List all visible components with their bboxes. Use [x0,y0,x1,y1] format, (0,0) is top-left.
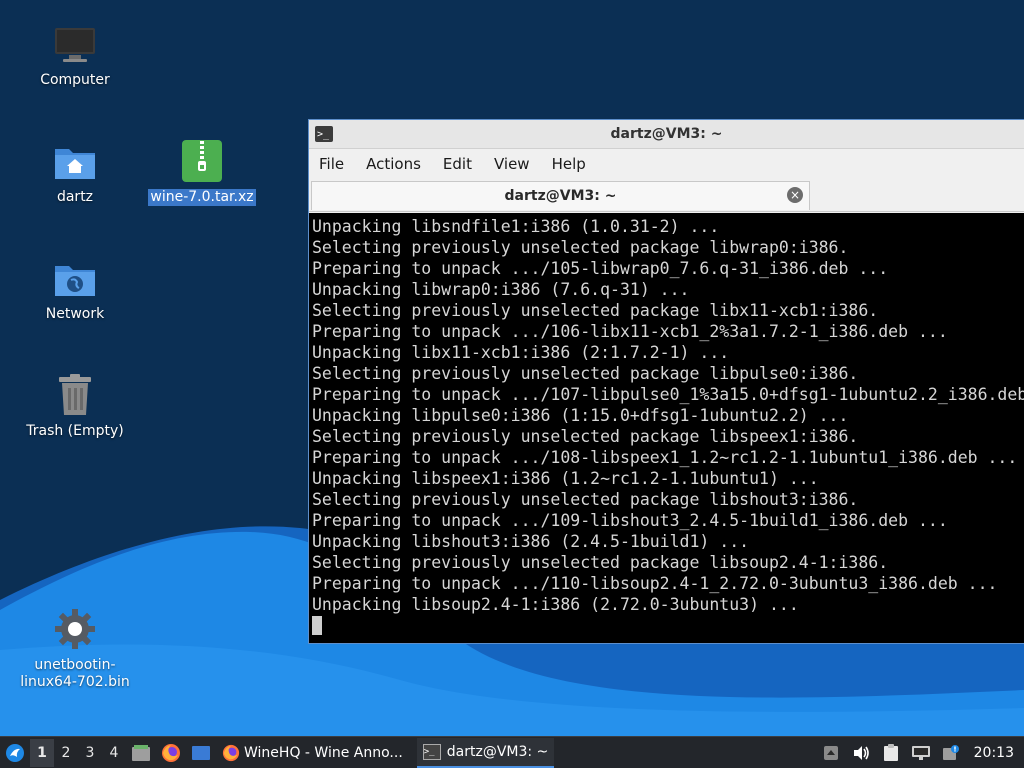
computer-icon [51,20,99,68]
window-titlebar[interactable]: >_ dartz@VM3: ~ [309,120,1024,149]
firefox-icon [222,744,240,761]
show-desktop-icon [192,745,210,760]
desktop-icon-label: Network [45,306,105,322]
task-label: WineHQ - Wine Anno... [244,744,403,761]
file-manager-icon [132,744,150,761]
file-manager-launcher[interactable] [126,738,156,768]
tray-volume[interactable] [846,738,876,768]
terminal-tab[interactable]: dartz@VM3: ~ × [311,181,810,210]
terminal-line: Unpacking libwrap0:i386 (7.6.q-31) ... [312,280,690,299]
tray-updates[interactable] [936,738,966,768]
terminal-output[interactable]: Unpacking libsndfile1:i386 (1.0.31-2) ..… [309,213,1024,643]
desktop-icon-trash[interactable]: Trash (Empty) [5,371,145,440]
task-label: dartz@VM3: ~ [446,743,549,760]
terminal-icon: >_ [422,743,441,760]
terminal-line: Unpacking libsoup2.4-1:i386 (2.72.0-3ubu… [312,595,799,614]
terminal-line: Preparing to unpack .../106-libx11-xcb1_… [312,322,948,341]
terminal-line: Unpacking libshout3:i386 (2.4.5-1build1)… [312,532,750,551]
terminal-line: Preparing to unpack .../105-libwrap0_7.6… [312,259,889,278]
task-winehq[interactable]: WineHQ - Wine Anno... [216,738,409,768]
menu-edit[interactable]: Edit [433,155,484,173]
trash-icon [51,371,99,419]
menu-actions[interactable]: Actions [356,155,433,173]
desktop-icon-label: wine-7.0.tar.xz [148,189,256,206]
menu-view[interactable]: View [484,155,542,173]
desktop-icon-label: Computer [40,72,110,88]
terminal-window[interactable]: >_ dartz@VM3: ~ File Actions Edit View H… [308,119,1024,644]
desktop-icon-unetbootin[interactable]: unetbootin- linux64-702.bin [5,605,145,691]
desktop-icon-label: dartz [56,189,94,205]
home-folder-icon [51,137,99,185]
desktop-icon-label-line2: linux64-702.bin [20,674,130,690]
show-desktop-button[interactable] [186,738,216,768]
workspace-2[interactable]: 2 [54,739,78,767]
volume-icon [853,745,869,760]
executable-gear-icon [51,605,99,653]
tab-bar: dartz@VM3: ~ × [309,179,1024,212]
start-menu-button[interactable] [0,737,30,768]
task-terminal[interactable]: >_ dartz@VM3: ~ [416,737,555,768]
terminal-line: Unpacking libsndfile1:i386 (1.0.31-2) ..… [312,217,720,236]
network-folder-icon [51,254,99,302]
terminal-line: Selecting previously unselected package … [312,238,849,257]
desktop-icon-wine-archive[interactable]: wine-7.0.tar.xz [132,137,272,206]
terminal-line: Preparing to unpack .../109-libshout3_2.… [312,511,948,530]
network-icon [911,745,930,760]
terminal-line: Unpacking libx11-xcb1:i386 (2:1.7.2-1) .… [312,343,730,362]
terminal-line: Unpacking libpulse0:i386 (1:15.0+dfsg1-1… [312,406,849,425]
firefox-icon [162,743,180,762]
workspace-1[interactable]: 1 [30,738,54,767]
terminal-line: Selecting previously unselected package … [312,427,859,446]
tray-clipboard[interactable] [876,738,906,768]
close-tab-icon[interactable]: × [787,187,803,203]
terminal-line: Preparing to unpack .../107-libpulse0_1%… [312,385,1024,404]
terminal-line: Selecting previously unselected package … [312,553,889,572]
archive-icon [178,137,226,185]
terminal-icon: >_ [315,126,333,142]
desktop-icon-network[interactable]: Network [5,254,145,323]
desktop-icon-label: Trash (Empty) [26,423,124,439]
clock[interactable]: 20:13 [966,745,1024,761]
menu-help[interactable]: Help [542,155,598,173]
terminal-line: Preparing to unpack .../110-libsoup2.4-1… [312,574,998,593]
workspace-3[interactable]: 3 [78,739,102,767]
taskbar: 1 2 3 4 WineHQ - Wine Anno... >_ dartz@V… [0,736,1024,768]
tray-up-arrow[interactable] [816,738,846,768]
terminal-line: Preparing to unpack .../108-libspeex1_1.… [312,448,1018,467]
desktop-icon-computer[interactable]: Computer [5,20,145,89]
terminal-line: Selecting previously unselected package … [312,490,859,509]
lubuntu-logo-icon [6,743,24,762]
terminal-line: Selecting previously unselected package … [312,364,859,383]
clipboard-icon [883,743,898,761]
terminal-line: Selecting previously unselected package … [312,301,879,320]
tab-label: dartz@VM3: ~ [504,188,617,204]
menu-file[interactable]: File [309,155,356,173]
window-title: dartz@VM3: ~ [610,126,723,142]
system-tray: 20:13 [816,737,1024,768]
terminal-cursor [312,616,322,635]
update-notifier-icon [942,744,959,760]
workspace-4[interactable]: 4 [102,739,126,767]
tray-network[interactable] [906,738,936,768]
firefox-launcher[interactable] [156,738,186,768]
desktop-icon-home-folder[interactable]: dartz [5,137,145,206]
tray-expand-icon [823,745,838,760]
desktop-icon-label-line1: unetbootin- [34,657,116,673]
menubar: File Actions Edit View Help [309,149,1024,179]
terminal-line: Unpacking libspeex1:i386 (1.2~rc1.2-1.1u… [312,469,819,488]
